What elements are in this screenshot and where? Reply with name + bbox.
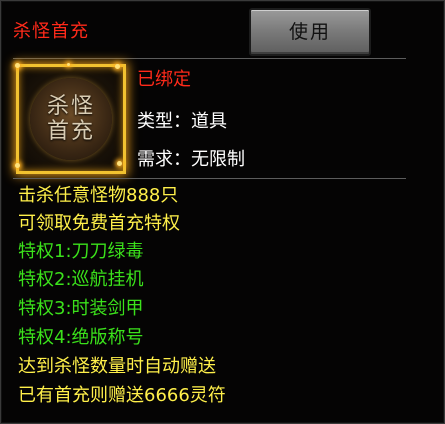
icon-emblem-text: 杀怪 首充 xyxy=(30,94,112,144)
sparkle-icon xyxy=(115,64,120,69)
type-value: 道具 xyxy=(191,111,227,132)
sparkle-icon xyxy=(117,161,122,166)
item-tooltip-panel: 杀怪首充 使用 杀怪 首充 已绑定 类型：道具 需求：无限制 击杀任意怪物888… xyxy=(0,0,445,424)
privilege-line: 特权2:巡航挂机 xyxy=(18,269,144,290)
privilege-line: 特权4:绝版称号 xyxy=(18,327,144,348)
icon-emblem: 杀怪 首充 xyxy=(30,78,112,160)
icon-text-line-2: 首充 xyxy=(46,119,95,144)
description-line: 击杀任意怪物888只 xyxy=(18,185,179,206)
icon-text-line-1: 杀怪 xyxy=(46,94,95,119)
sparkle-icon xyxy=(15,163,20,168)
privilege-line: 特权3:时装剑甲 xyxy=(18,298,144,319)
description-line: 达到杀怪数量时自动赠送 xyxy=(18,356,216,377)
item-name: 杀怪首充 xyxy=(13,21,89,42)
type-row: 类型：道具 xyxy=(137,111,227,133)
type-label: 类型： xyxy=(137,111,191,132)
kill-monster-first-recharge-icon: 杀怪 首充 xyxy=(15,63,126,174)
requirement-label: 需求： xyxy=(137,149,191,170)
sparkle-icon xyxy=(67,63,70,66)
bound-status: 已绑定 xyxy=(137,69,191,90)
requirement-value: 无限制 xyxy=(191,149,245,170)
sparkle-icon xyxy=(15,63,20,68)
header-divider xyxy=(13,58,406,59)
requirement-row: 需求：无限制 xyxy=(137,149,245,171)
description-line: 已有首充则赠送6666灵符 xyxy=(18,385,226,406)
use-button[interactable]: 使用 xyxy=(249,8,371,56)
description-line: 可领取免费首充特权 xyxy=(18,213,180,234)
privilege-line: 特权1:刀刀绿毒 xyxy=(18,241,144,262)
info-divider xyxy=(13,178,406,179)
